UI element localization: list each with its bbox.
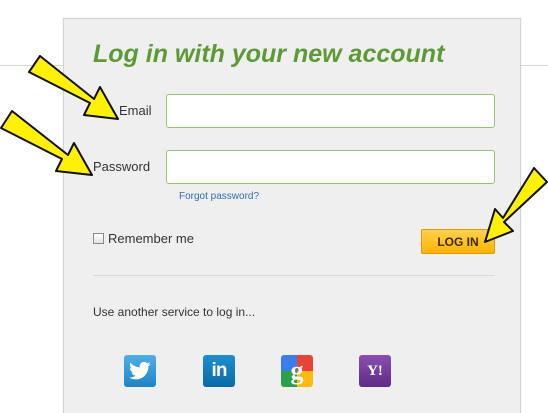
yahoo-login-button[interactable]: Y! bbox=[359, 355, 391, 387]
google-icon: g bbox=[281, 355, 313, 387]
page-title: Log in with your new account bbox=[93, 40, 445, 68]
alternative-login-text: Use another service to log in... bbox=[93, 305, 256, 319]
screenshot-stage: Log in with your new account Email Passw… bbox=[0, 0, 548, 413]
google-glyph: g bbox=[291, 356, 304, 385]
email-label: Email bbox=[119, 103, 152, 118]
password-field[interactable] bbox=[166, 150, 495, 184]
forgot-password-link[interactable]: Forgot password? bbox=[179, 191, 259, 202]
remember-me-label: Remember me bbox=[108, 231, 194, 246]
arrow-icon bbox=[0, 110, 93, 176]
checkbox-box[interactable] bbox=[93, 233, 104, 244]
linkedin-login-button[interactable]: in bbox=[203, 355, 235, 387]
background-rule bbox=[521, 65, 548, 66]
linkedin-icon: in bbox=[211, 360, 228, 381]
yahoo-icon: Y! bbox=[367, 362, 383, 379]
arrow-icon bbox=[484, 167, 548, 243]
login-panel bbox=[63, 18, 521, 413]
divider bbox=[93, 275, 495, 276]
remember-me-checkbox[interactable]: Remember me bbox=[93, 231, 194, 246]
password-label: Password bbox=[93, 159, 151, 174]
google-login-button[interactable]: g bbox=[281, 355, 313, 387]
twitter-icon bbox=[129, 361, 151, 380]
twitter-login-button[interactable] bbox=[124, 355, 156, 387]
email-field[interactable] bbox=[166, 94, 495, 128]
